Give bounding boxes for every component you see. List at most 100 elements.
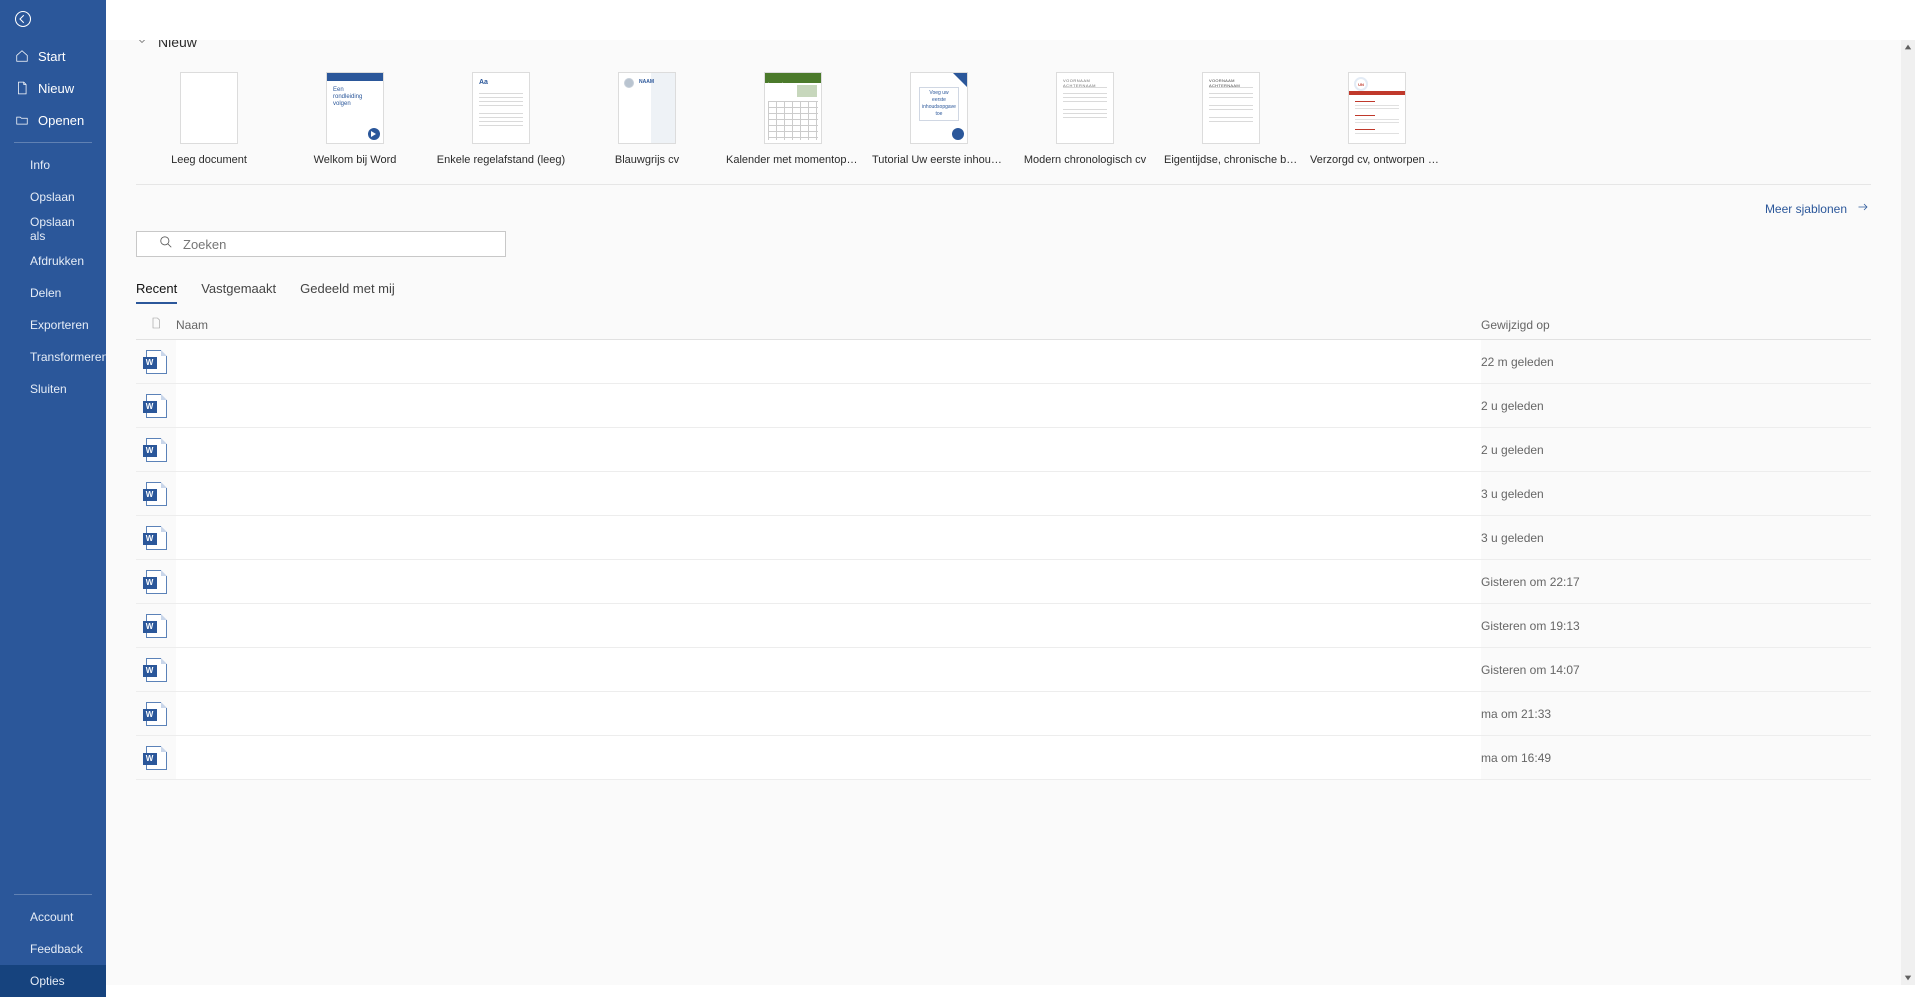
file-row[interactable]: W Gisteren om 14:07 (136, 648, 1871, 692)
template-welcome-to-word[interactable]: Een rondleiding volgen Welkom bij Word (282, 72, 428, 166)
sidebar-item-start[interactable]: Start (0, 40, 106, 72)
sidebar-item-info[interactable]: Info (0, 149, 106, 181)
file-modified: ma om 16:49 (1481, 751, 1871, 765)
template-label: Blauwgrijs cv (574, 154, 720, 166)
template-contemporary-cv[interactable]: VOORNAAM ACHTERNAAM Eigentijdse, chronis… (1158, 72, 1304, 166)
word-file-icon: W (146, 394, 167, 418)
file-row[interactable]: W Gisteren om 19:13 (136, 604, 1871, 648)
file-name-cell (176, 736, 1481, 779)
sidebar-item-share[interactable]: Delen (0, 277, 106, 309)
sidebar-item-save-as[interactable]: Opslaan als (0, 213, 106, 245)
recent-tabs: Recent Vastgemaakt Gedeeld met mij (136, 281, 1871, 304)
sidebar-label: Opslaan als (30, 215, 92, 243)
tab-pinned[interactable]: Vastgemaakt (201, 281, 276, 304)
sidebar-divider (14, 142, 92, 143)
search-box[interactable] (136, 231, 506, 257)
file-name-cell (176, 340, 1481, 383)
template-bluegray-cv[interactable]: NAAM Blauwgrijs cv (574, 72, 720, 166)
file-row[interactable]: W 2 u geleden (136, 384, 1871, 428)
template-thumbnail: NAAM (618, 72, 676, 144)
file-modified: Gisteren om 19:13 (1481, 619, 1871, 633)
file-list-header: Naam Gewijzigd op (136, 310, 1871, 340)
file-name-cell (176, 384, 1481, 427)
file-row[interactable]: W ma om 21:33 (136, 692, 1871, 736)
sidebar-item-transform[interactable]: Transformeren (0, 341, 106, 373)
sidebar-divider (14, 894, 92, 895)
file-row[interactable]: W Gisteren om 22:17 (136, 560, 1871, 604)
file-modified: 2 u geleden (1481, 399, 1871, 413)
scroll-up-icon[interactable] (1901, 40, 1915, 54)
sidebar-label: Transformeren (30, 350, 108, 364)
file-name-cell (176, 604, 1481, 647)
sidebar-label: Opslaan (30, 190, 75, 204)
sidebar-item-open[interactable]: Openen (0, 104, 106, 136)
template-thumbnail: VOORNAAM ACHTERNAAM (1056, 72, 1114, 144)
sidebar-item-options[interactable]: Opties (0, 965, 106, 997)
word-file-icon: W (146, 570, 167, 594)
file-modified: 3 u geleden (1481, 531, 1871, 545)
file-row[interactable]: W 3 u geleden (136, 516, 1871, 560)
sidebar-label: Openen (38, 113, 84, 128)
more-templates-link[interactable]: Meer sjablonen (1765, 201, 1871, 216)
arrow-left-circle-icon (14, 10, 32, 31)
section-heading-new[interactable]: Nieuw (136, 40, 1871, 62)
tab-shared-with-me[interactable]: Gedeeld met mij (300, 281, 395, 304)
search-input[interactable] (183, 237, 495, 252)
chevron-down-icon (136, 40, 148, 50)
vertical-scrollbar[interactable] (1901, 40, 1915, 985)
template-thumbnail: Aa (472, 72, 530, 144)
word-file-icon: W (146, 746, 167, 770)
file-row[interactable]: W 3 u geleden (136, 472, 1871, 516)
search-icon (159, 235, 173, 254)
file-row[interactable]: W 2 u geleden (136, 428, 1871, 472)
sidebar-label: Info (30, 158, 50, 172)
word-file-icon: W (146, 350, 167, 374)
file-name-cell (176, 692, 1481, 735)
sidebar-label: Nieuw (38, 81, 74, 96)
word-file-icon: W (146, 482, 167, 506)
home-icon (14, 48, 30, 64)
sidebar-label: Account (30, 910, 73, 924)
sidebar-item-feedback[interactable]: Feedback (0, 933, 106, 965)
file-modified: ma om 21:33 (1481, 707, 1871, 721)
template-polished-cv[interactable]: UN Verzorgd cv, ontworpen doo... (1304, 72, 1450, 166)
sidebar-label: Delen (30, 286, 61, 300)
sidebar-item-print[interactable]: Afdrukken (0, 245, 106, 277)
header-name[interactable]: Naam (176, 318, 1481, 332)
word-file-icon: W (146, 702, 167, 726)
back-button[interactable] (0, 0, 106, 40)
template-calendar[interactable]: januari Kalender met momentopna... (720, 72, 866, 166)
sidebar-item-account[interactable]: Account (0, 901, 106, 933)
template-blank-document[interactable]: Leeg document (136, 72, 282, 166)
template-tutorial-toc[interactable]: Voeg uw eerste inhoudsopgave toe Tutoria… (866, 72, 1012, 166)
templates-row: Leeg document Een rondleiding volgen Wel… (136, 62, 1871, 185)
file-list: W 22 m geleden W 2 u geleden W 2 u geled… (136, 340, 1871, 780)
sidebar-item-new[interactable]: Nieuw (0, 72, 106, 104)
file-modified: 3 u geleden (1481, 487, 1871, 501)
template-thumbnail: VOORNAAM ACHTERNAAM (1202, 72, 1260, 144)
file-modified: 22 m geleden (1481, 355, 1871, 369)
template-single-spacing[interactable]: Aa Enkele regelafstand (leeg) (428, 72, 574, 166)
scroll-down-icon[interactable] (1901, 971, 1915, 985)
template-label: Leeg document (136, 154, 282, 166)
header-modified[interactable]: Gewijzigd op (1481, 318, 1871, 332)
template-label: Verzorgd cv, ontworpen doo... (1304, 154, 1450, 166)
sidebar-label: Opties (30, 974, 65, 988)
file-name-cell (176, 648, 1481, 691)
template-label: Kalender met momentopna... (720, 154, 866, 166)
file-name-cell (176, 428, 1481, 471)
sidebar-label: Exporteren (30, 318, 89, 332)
file-row[interactable]: W ma om 16:49 (136, 736, 1871, 780)
tab-recent[interactable]: Recent (136, 281, 177, 304)
template-label: Welkom bij Word (282, 154, 428, 166)
document-icon (14, 80, 30, 96)
template-modern-cv[interactable]: VOORNAAM ACHTERNAAM Modern chronologisch… (1012, 72, 1158, 166)
header-icon-col (136, 316, 176, 333)
file-row[interactable]: W 22 m geleden (136, 340, 1871, 384)
sidebar-item-save[interactable]: Opslaan (0, 181, 106, 213)
file-modified: Gisteren om 14:07 (1481, 663, 1871, 677)
sidebar-item-export[interactable]: Exporteren (0, 309, 106, 341)
sidebar-item-close[interactable]: Sluiten (0, 373, 106, 405)
word-file-icon: W (146, 614, 167, 638)
template-thumbnail: Een rondleiding volgen (326, 72, 384, 144)
